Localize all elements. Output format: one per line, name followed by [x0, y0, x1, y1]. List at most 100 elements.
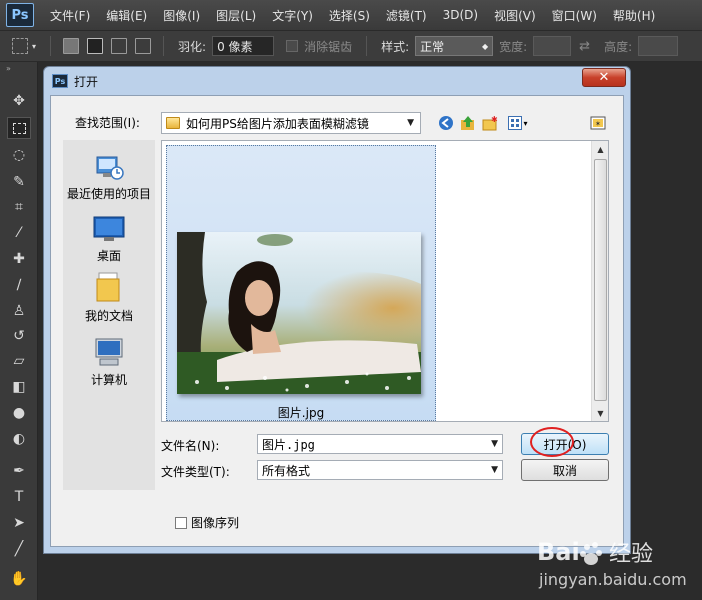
menu-file[interactable]: 文件(F)	[42, 7, 98, 24]
height-label: 高度:	[604, 39, 633, 54]
close-button[interactable]: ✕	[582, 68, 626, 87]
options-bar: ▾ 羽化: 0 像素 消除锯齿 样式: 正常 ◆ 宽度: ⇄ 高度:	[0, 30, 702, 62]
lookin-label: 查找范围(I):	[75, 116, 140, 130]
antialias-checkbox[interactable]	[286, 40, 299, 52]
height-input[interactable]	[638, 36, 679, 56]
blur-tool-icon[interactable]: ●	[7, 402, 31, 424]
place-my-documents[interactable]: 我的文档	[63, 268, 155, 324]
type-tool-icon[interactable]: T	[7, 486, 31, 508]
eraser-tool-icon[interactable]: ▱	[7, 350, 31, 372]
place-recent[interactable]: 最近使用的项目	[63, 146, 155, 202]
quick-selection-tool-icon[interactable]: ✎	[7, 171, 31, 193]
open-dialog: Ps 打开 ✕ 查找范围(I): 如何用PS给图片添加表面模糊滤镜 ▼ ✱ ▾ …	[43, 66, 631, 554]
back-icon[interactable]	[437, 114, 455, 132]
recent-items-icon	[96, 156, 124, 180]
menu-layer[interactable]: 图层(L)	[208, 7, 264, 24]
healing-brush-tool-icon[interactable]: ✚	[7, 248, 31, 270]
intersect-selection-icon[interactable]	[135, 38, 152, 54]
feather-label: 羽化:	[178, 39, 207, 54]
path-selection-tool-icon[interactable]: ➤	[7, 512, 31, 534]
view-menu-icon[interactable]: ▾	[505, 114, 531, 132]
dialog-titlebar[interactable]: Ps 打开 ✕	[44, 67, 630, 95]
file-name-label: 图片.jpg	[277, 406, 325, 420]
paint-bucket-tool-icon[interactable]: ◧	[7, 376, 31, 398]
filename-value: 图片.jpg	[262, 437, 315, 452]
move-tool-icon[interactable]: ✥	[7, 90, 31, 112]
place-label: 计算机	[90, 373, 127, 387]
highlight-annotation-circle	[530, 427, 574, 457]
antialias-label: 消除锯齿	[304, 39, 353, 54]
subtract-selection-icon[interactable]	[111, 38, 128, 54]
svg-text:Bai: Bai	[537, 538, 580, 566]
vertical-scrollbar[interactable]: ▲ ▼	[591, 141, 608, 421]
tools-panel: » ✥ ◌ ✎ ⌗ ⁄ ✚ ∕ ♙ ↺ ▱ ◧ ● ◐ ✒ T ➤ ╱ ✋	[0, 62, 38, 600]
filetype-label: 文件类型(T):	[161, 465, 230, 479]
image-sequence-label: 图像序列	[191, 516, 240, 530]
menu-select[interactable]: 选择(S)	[321, 7, 378, 24]
watermark-brand: 经验	[609, 542, 654, 567]
marquee-tool-preset-icon[interactable]	[12, 38, 28, 54]
swap-icon[interactable]: ⇄	[579, 39, 590, 54]
marquee-tool-icon[interactable]	[7, 117, 31, 139]
new-selection-icon[interactable]	[63, 38, 80, 54]
menu-window[interactable]: 窗口(W)	[544, 7, 605, 24]
file-list[interactable]: 图片.jpg ▲ ▼	[161, 140, 609, 422]
dodge-tool-icon[interactable]: ◐	[7, 428, 31, 450]
menu-image[interactable]: 图像(I)	[155, 7, 208, 24]
dialog-title: 打开	[74, 74, 99, 89]
style-select[interactable]: 正常 ◆	[415, 36, 494, 56]
chevron-down-icon: ▼	[407, 118, 414, 128]
menu-3d[interactable]: 3D(D)	[435, 8, 486, 22]
place-label: 最近使用的项目	[66, 187, 151, 201]
eyedropper-tool-icon[interactable]: ⁄	[7, 222, 31, 244]
scroll-down-icon[interactable]: ▼	[592, 405, 609, 421]
baidu-jingyan-watermark: Bai 经验 jingyan.baidu.com	[537, 532, 702, 600]
feather-input[interactable]: 0 像素	[212, 36, 275, 56]
new-folder-icon[interactable]: ✱	[481, 114, 499, 132]
up-folder-icon[interactable]	[459, 114, 477, 132]
watermark-url: jingyan.baidu.com	[539, 570, 687, 589]
line-tool-icon[interactable]: ╱	[7, 538, 31, 560]
width-label: 宽度:	[499, 39, 528, 54]
svg-text:✶: ✶	[595, 120, 601, 128]
place-desktop[interactable]: 桌面	[63, 208, 155, 264]
brush-tool-icon[interactable]: ∕	[7, 274, 31, 296]
image-sequence-option[interactable]: 图像序列	[175, 514, 239, 531]
clone-stamp-tool-icon[interactable]: ♙	[7, 300, 31, 322]
menu-help[interactable]: 帮助(H)	[605, 7, 663, 24]
filename-label: 文件名(N):	[161, 439, 220, 453]
crop-tool-icon[interactable]: ⌗	[7, 196, 31, 218]
scroll-up-icon[interactable]: ▲	[592, 141, 609, 157]
pen-tool-icon[interactable]: ✒	[7, 460, 31, 482]
baidu-logo-icon: Bai	[537, 538, 602, 566]
cancel-button[interactable]: 取消	[521, 459, 609, 481]
filetype-select[interactable]: 所有格式 ▼	[257, 460, 503, 480]
add-to-selection-icon[interactable]	[87, 38, 104, 54]
menu-type[interactable]: 文字(Y)	[264, 7, 321, 24]
style-value: 正常	[420, 39, 445, 54]
lasso-tool-icon[interactable]: ◌	[7, 144, 31, 166]
history-brush-tool-icon[interactable]: ↺	[7, 325, 31, 347]
computer-icon	[95, 338, 123, 366]
place-computer[interactable]: 计算机	[63, 332, 155, 388]
panel-collapse-icon[interactable]: »	[6, 64, 11, 73]
menu-filter[interactable]: 滤镜(T)	[378, 7, 435, 24]
file-item-selected[interactable]: 图片.jpg	[166, 145, 436, 421]
hand-tool-icon[interactable]: ✋	[7, 568, 31, 590]
width-input[interactable]	[533, 36, 572, 56]
divider	[163, 36, 165, 56]
svg-text:✱: ✱	[491, 115, 498, 124]
lookin-value: 如何用PS给图片添加表面模糊滤镜	[186, 116, 369, 131]
image-sequence-checkbox[interactable]	[175, 516, 187, 529]
my-documents-icon	[96, 272, 120, 302]
chevron-down-icon[interactable]: ▾	[32, 42, 36, 51]
photoshop-logo: Ps	[6, 3, 34, 27]
filename-input[interactable]: 图片.jpg ▼	[257, 434, 503, 454]
lookin-combobox[interactable]: 如何用PS给图片添加表面模糊滤镜 ▼	[161, 112, 421, 134]
chevron-down-icon[interactable]: ▼	[491, 439, 498, 449]
menu-view[interactable]: 视图(V)	[486, 7, 544, 24]
scrollbar-thumb[interactable]	[594, 159, 607, 401]
menu-edit[interactable]: 编辑(E)	[98, 7, 155, 24]
divider	[366, 36, 368, 56]
folder-star-icon[interactable]: ✶	[589, 114, 607, 132]
